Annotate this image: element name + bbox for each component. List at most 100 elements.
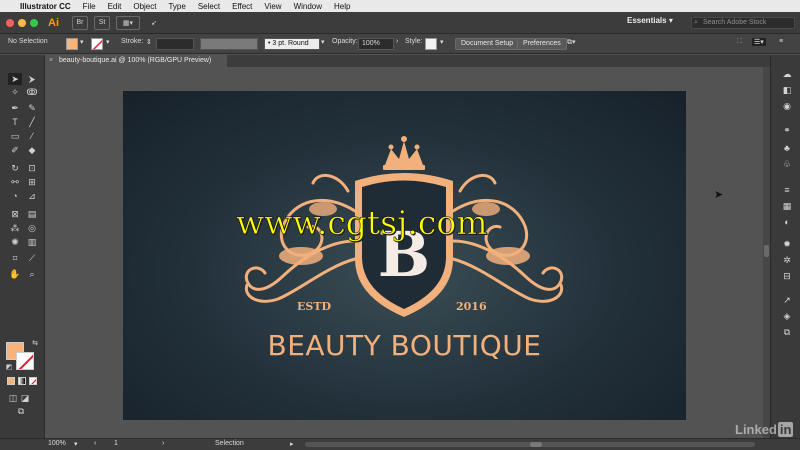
menu-object[interactable]: Object <box>127 2 162 11</box>
appearance-panel-icon[interactable]: ✹ <box>781 239 793 250</box>
color-icon[interactable]: ◉ <box>781 101 793 112</box>
curvature-tool-icon[interactable]: ✎ <box>25 102 39 114</box>
gpu-performance-button[interactable]: ➹ <box>146 16 162 30</box>
horizontal-scrollbar-thumb[interactable] <box>530 442 542 447</box>
graphic-style-swatch[interactable] <box>425 38 437 50</box>
fill-dropdown-chevron-icon[interactable]: ▾ <box>80 38 84 46</box>
width-tool-icon[interactable]: ⚯ <box>8 176 22 188</box>
zoom-window-icon[interactable] <box>30 18 38 27</box>
artboard-number[interactable]: 1 <box>114 440 118 447</box>
default-colors-icon[interactable]: ◩ <box>2 362 16 374</box>
stroke-panel-icon[interactable]: ≡ <box>781 185 793 196</box>
blend-tool-icon[interactable]: ◎ <box>25 222 39 234</box>
gradient-panel-icon[interactable]: ▦ <box>781 201 793 212</box>
layers-icon[interactable]: ◈ <box>781 311 793 322</box>
zoom-tool-icon[interactable]: ⌕ <box>25 268 39 280</box>
paintbrush-tool-icon[interactable]: ⁄ <box>25 130 39 142</box>
graphic-styles-icon[interactable]: ✲ <box>781 255 793 266</box>
menu-file[interactable]: File <box>77 2 102 11</box>
none-mode-button[interactable] <box>29 377 37 385</box>
rectangle-tool-icon[interactable]: ▭ <box>8 130 22 142</box>
artboard[interactable]: ESTD 2016 B BEAUTY BOUTIQUE <box>123 91 686 420</box>
brush-definition-select[interactable]: • 3 pt. Round <box>264 38 320 50</box>
vertical-scrollbar[interactable] <box>763 67 770 438</box>
status-menu-arrow-icon[interactable]: ▸ <box>290 440 294 448</box>
arrange-icon[interactable]: ⧉▾ <box>567 38 576 47</box>
previous-artboard-icon[interactable]: ‹ <box>94 440 96 447</box>
eyedropper-tool-icon[interactable]: ⁂ <box>8 222 22 234</box>
next-artboard-icon[interactable]: › <box>162 440 164 447</box>
align-icon[interactable]: ⊟ <box>781 271 793 282</box>
stroke-dropdown-chevron-icon[interactable]: ▾ <box>106 38 110 46</box>
scrollbar-thumb[interactable] <box>764 245 769 257</box>
preferences-button[interactable]: Preferences <box>517 38 567 50</box>
export-icon[interactable]: ↗ <box>781 295 793 306</box>
menu-app-name[interactable]: Illustrator CC <box>14 2 77 11</box>
free-transform-tool-icon[interactable]: ⊞ <box>25 176 39 188</box>
color-mode-button[interactable] <box>7 377 15 385</box>
zoom-dropdown-chevron-icon[interactable]: ▾ <box>74 440 78 448</box>
adobe-stock-search[interactable]: ⌕ Search Adobe Stock <box>691 17 795 29</box>
opacity-label[interactable]: Opacity: <box>332 38 358 45</box>
slice-tool-icon[interactable]: ⟋ <box>25 252 39 264</box>
variable-width-profile[interactable] <box>200 38 258 50</box>
type-tool-icon[interactable]: T <box>8 116 22 128</box>
screen-mode-icon[interactable]: ⧉ <box>14 405 28 417</box>
stroke-weight-input[interactable] <box>156 38 194 50</box>
pen-tool-icon[interactable]: ✒ <box>8 102 22 114</box>
direct-selection-tool-icon[interactable]: ⮞ <box>25 73 39 85</box>
style-dropdown-chevron-icon[interactable]: ▾ <box>440 38 444 46</box>
fill-color-swatch[interactable] <box>66 38 78 50</box>
minimize-window-icon[interactable] <box>18 18 26 27</box>
selection-tool-icon[interactable]: ➤ <box>8 73 22 85</box>
menu-select[interactable]: Select <box>192 2 226 11</box>
transparency-panel-icon[interactable]: ◐ <box>781 217 793 228</box>
menu-help[interactable]: Help <box>328 2 356 11</box>
scale-tool-icon[interactable]: ⊡ <box>25 162 39 174</box>
menu-effect[interactable]: Effect <box>226 2 258 11</box>
gradient-mode-button[interactable] <box>18 377 26 385</box>
swap-colors-icon[interactable]: ⇆ <box>28 338 42 350</box>
gradient-tool-icon[interactable]: ▤ <box>25 208 39 220</box>
stroke-color-indicator[interactable] <box>16 352 34 370</box>
current-tool-status[interactable]: Selection <box>215 440 244 447</box>
artboards-icon[interactable]: ⧉ <box>781 327 793 338</box>
isolate-icon[interactable]: ⛶ <box>737 38 742 46</box>
libraries-icon[interactable]: ☁ <box>781 69 793 80</box>
menu-edit[interactable]: Edit <box>102 2 128 11</box>
align-panel-icon[interactable]: ☰▾ <box>752 38 766 46</box>
close-tab-icon[interactable]: × <box>49 55 53 67</box>
properties-icon[interactable]: ⚭ <box>781 125 793 136</box>
rotate-tool-icon[interactable]: ↻ <box>8 162 22 174</box>
stroke-color-swatch[interactable] <box>91 38 103 50</box>
menu-view[interactable]: View <box>258 2 287 11</box>
symbols-icon[interactable]: ♧ <box>781 159 793 170</box>
color-guide-icon[interactable]: ◧ <box>781 85 793 96</box>
workspace-switcher[interactable]: Essentials ▾ <box>627 16 673 25</box>
magic-wand-tool-icon[interactable]: ✧ <box>8 86 22 98</box>
column-graph-tool-icon[interactable]: ▥ <box>25 236 39 248</box>
arrange-documents-button[interactable]: ▦▾ <box>116 15 140 30</box>
shaper-tool-icon[interactable]: ✐ <box>8 144 22 156</box>
shape-builder-tool-icon[interactable]: ◔ <box>8 190 22 202</box>
zoom-level[interactable]: 100% <box>48 440 66 447</box>
close-window-icon[interactable] <box>6 18 14 27</box>
draw-behind-icon[interactable]: ◪ <box>18 392 32 404</box>
menu-type[interactable]: Type <box>162 2 191 11</box>
stock-button[interactable]: St <box>94 15 110 30</box>
brushes-icon[interactable]: ♣ <box>781 143 793 154</box>
opacity-arrow-icon[interactable]: › <box>396 38 398 45</box>
opacity-input[interactable]: 100% <box>358 38 394 50</box>
hand-tool-icon[interactable]: ✋ <box>8 268 22 280</box>
mesh-tool-icon[interactable]: ⊠ <box>8 208 22 220</box>
menu-window[interactable]: Window <box>288 2 328 11</box>
symbol-sprayer-tool-icon[interactable]: ✺ <box>8 236 22 248</box>
bridge-button[interactable]: Br <box>72 15 88 30</box>
document-tab[interactable]: × beauty-boutique.ai @ 100% (RGB/GPU Pre… <box>45 55 227 67</box>
stroke-weight-stepper-icon[interactable]: ⇕ <box>146 38 152 46</box>
brush-dropdown-chevron-icon[interactable]: ▾ <box>321 38 325 46</box>
lasso-tool-icon[interactable]: ↂ <box>25 86 39 98</box>
document-setup-button[interactable]: Document Setup <box>455 38 520 50</box>
panel-menu-icon[interactable]: ≡ <box>779 38 783 45</box>
perspective-grid-tool-icon[interactable]: ⊿ <box>25 190 39 202</box>
